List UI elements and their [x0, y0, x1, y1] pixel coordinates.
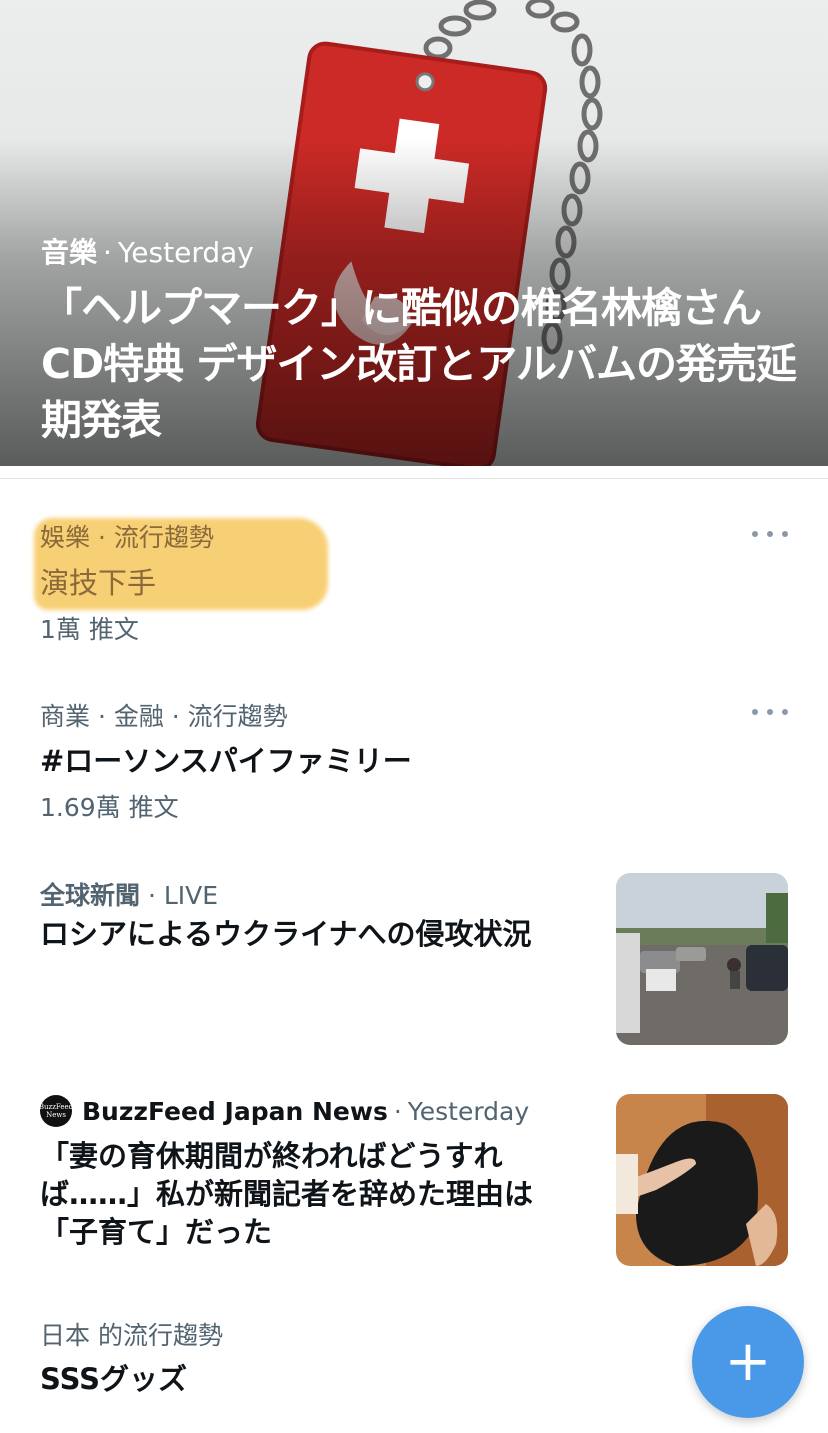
- news-title: 「妻の育休期間が終わればどうすれば……」私が新聞記者を辞めた理由は「子育て」だっ…: [40, 1139, 534, 1249]
- trend-item[interactable]: 娛樂 · 流行趨勢 演技下手 1萬 推文: [0, 500, 828, 660]
- trend-meta: 日本 的流行趨勢: [40, 1321, 223, 1350]
- trend-meta: 商業 · 金融 · 流行趨勢: [40, 702, 288, 731]
- hero-card[interactable]: 音樂 · Yesterday 「ヘルプマーク」に酷似の椎名林檎さんCD特典 デザイン…: [0, 0, 828, 466]
- meta-separator: ·: [393, 1097, 402, 1126]
- news-live-label: LIVE: [163, 881, 219, 910]
- news-time: Yesterday: [407, 1097, 530, 1126]
- hero-meta: 音樂 · Yesterday: [41, 231, 254, 271]
- news-source: BuzzFeed Japan News: [82, 1097, 388, 1126]
- hero-headline[interactable]: 「ヘルプマーク」に酷似の椎名林檎さんCD特典 デザイン改訂とアルバムの発売延期発…: [41, 280, 801, 448]
- hero-time: Yesterday: [117, 236, 254, 269]
- news-item[interactable]: 全球新聞 · LIVE ロシアによるウクライナへの侵攻状況: [0, 860, 828, 1060]
- more-options-icon[interactable]: [752, 702, 788, 722]
- news-meta: BuzzFeed Japan News · Yesterday: [82, 1097, 529, 1126]
- family-photo-icon: [616, 1094, 788, 1266]
- trend-title: SSSグッズ: [40, 1362, 188, 1396]
- news-thumbnail[interactable]: [616, 873, 788, 1045]
- hero-category: 音樂: [41, 236, 98, 269]
- hero-separator: ·: [103, 236, 112, 269]
- trend-meta: 娛樂 · 流行趨勢: [40, 523, 214, 552]
- more-options-icon[interactable]: [752, 524, 788, 544]
- news-title: ロシアによるウクライナへの侵攻状況: [40, 917, 532, 951]
- plus-icon: +: [724, 1329, 772, 1394]
- news-meta: 全球新聞 · LIVE: [40, 881, 219, 910]
- compose-button[interactable]: +: [692, 1306, 804, 1418]
- trend-title: 演技下手: [40, 566, 157, 600]
- section-divider: [0, 478, 828, 479]
- trend-tweet-count: 1萬 推文: [40, 615, 139, 644]
- trend-title: #ローソンスパイファミリー: [40, 744, 412, 778]
- news-category: 全球新聞: [40, 881, 141, 910]
- news-item[interactable]: BuzzFeed Japan News · Yesterday 「妻の育休期間が終わ…: [0, 1080, 828, 1280]
- street-photo-icon: [616, 873, 788, 1045]
- news-thumbnail[interactable]: [616, 1094, 788, 1266]
- trend-item[interactable]: 商業 · 金融 · 流行趨勢 #ローソンスパイファミリー 1.69萬 推文: [0, 680, 828, 840]
- trend-tweet-count: 1.69萬 推文: [40, 793, 179, 822]
